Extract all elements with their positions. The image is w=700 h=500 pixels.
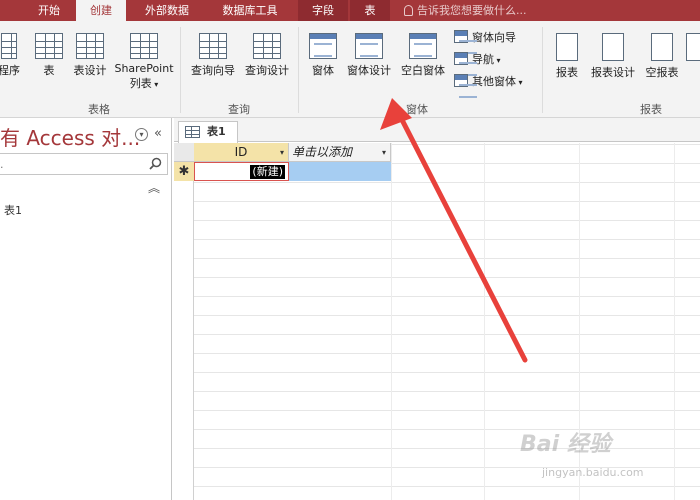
new-add-cell[interactable] xyxy=(289,162,391,181)
form-button[interactable]: 窗体 xyxy=(306,33,340,78)
form-design-button[interactable]: 窗体设计 xyxy=(344,33,394,78)
query-design-button[interactable]: 查询设计 xyxy=(242,33,292,78)
column-dropdown-icon[interactable]: ▾ xyxy=(280,143,284,162)
access-window: 开始 创建 外部数据 数据库工具 字段 表 告诉我您想要做什么... 程序 表 … xyxy=(0,0,700,500)
blank-form-button[interactable]: 空白窗体 xyxy=(398,33,448,78)
report-design-button[interactable]: 报表设计 xyxy=(588,33,638,80)
blank-form-icon xyxy=(409,33,437,59)
tab-database-tools[interactable]: 数据库工具 xyxy=(210,0,290,21)
tell-me-box[interactable]: 告诉我您想要做什么... xyxy=(404,0,527,21)
query-wizard-button[interactable]: 查询向导 xyxy=(188,33,238,78)
more-forms-button[interactable]: 其他窗体 ▾ xyxy=(454,73,523,98)
nav-collapse-icon[interactable]: « xyxy=(154,126,162,141)
table-button[interactable]: 表 xyxy=(34,33,64,78)
query-design-icon xyxy=(253,33,281,59)
group-divider xyxy=(542,27,543,113)
query-wizard-icon xyxy=(199,33,227,59)
form-icon xyxy=(309,33,337,59)
table-design-icon xyxy=(76,33,104,59)
more-forms-label: 其他窗体 xyxy=(472,75,516,88)
record-selector-column xyxy=(174,143,194,500)
blank-form-label: 空白窗体 xyxy=(401,64,445,77)
blank-report-button[interactable]: 空报表 xyxy=(642,33,682,80)
group-divider xyxy=(298,27,299,113)
sharepoint-label: SharePoint xyxy=(114,62,174,75)
sharepoint-list-icon xyxy=(130,33,158,59)
watermark-logo-text: Bai 经验 xyxy=(520,432,611,457)
report-wizard-icon xyxy=(686,33,700,61)
app-parts-button[interactable]: 程序 xyxy=(0,33,20,78)
ribbon-tab-bar: 开始 创建 外部数据 数据库工具 字段 表 告诉我您想要做什么... xyxy=(0,0,700,21)
query-wizard-label: 查询向导 xyxy=(191,64,235,77)
report-button[interactable]: 报表 xyxy=(550,33,584,80)
select-all-corner[interactable] xyxy=(174,143,194,162)
column-header-id[interactable]: ID ▾ xyxy=(194,143,289,162)
table-icon xyxy=(35,33,63,59)
query-design-label: 查询设计 xyxy=(245,64,289,77)
doc-tab-table1[interactable]: 表1 xyxy=(178,121,238,143)
group-collapse-chevron-icon[interactable]: ︽ xyxy=(148,179,160,196)
report-design-label: 报表设计 xyxy=(591,66,635,79)
tell-me-text: 告诉我您想要做什么... xyxy=(417,4,527,17)
table-design-label: 表设计 xyxy=(73,64,107,77)
table-button-label: 表 xyxy=(43,64,55,77)
app-parts-label: 程序 xyxy=(0,64,20,77)
tab-home[interactable]: 开始 xyxy=(26,0,72,21)
grid-line xyxy=(391,143,392,500)
report-wizard-button[interactable] xyxy=(684,33,700,64)
tab-fields[interactable]: 字段 xyxy=(298,0,348,21)
doc-tab-label: 表1 xyxy=(207,125,226,138)
form-wizard-label: 窗体向导 xyxy=(472,31,516,44)
tables-group-label: 表格 xyxy=(88,103,110,116)
new-id-value: (新建) xyxy=(250,165,285,179)
sharepoint-label-2: 列表 xyxy=(129,77,152,90)
search-caret: . xyxy=(0,158,4,171)
report-icon xyxy=(556,33,578,61)
watermark-url: jingyan.baidu.com xyxy=(542,466,644,479)
column-header-id-label: ID xyxy=(234,145,248,159)
tab-table[interactable]: 表 xyxy=(350,0,390,21)
nav-search-input[interactable]: . xyxy=(0,153,168,175)
column-dropdown-icon[interactable]: ▾ xyxy=(382,143,386,162)
nav-item-table1[interactable]: 表1 xyxy=(4,202,22,218)
group-divider xyxy=(180,27,181,113)
report-design-icon xyxy=(602,33,624,61)
document-tab-bar: 表1 xyxy=(174,118,700,143)
app-parts-icon xyxy=(1,33,17,59)
form-wizard-icon xyxy=(454,30,477,54)
search-icon[interactable] xyxy=(149,157,162,170)
click-to-add-label: 单击以添加 xyxy=(292,145,353,159)
ribbon: 程序 表 表设计 SharePoint 列表 ▾ 表格 查询向导 查询设计 查询 xyxy=(0,21,700,118)
queries-group-label: 查询 xyxy=(228,103,250,116)
navigation-icon xyxy=(454,52,477,76)
grid-line xyxy=(484,143,485,500)
sharepoint-lists-button[interactable]: SharePoint 列表 ▾ xyxy=(112,33,176,91)
nav-menu-dropdown-icon[interactable]: ▾ xyxy=(135,128,148,141)
column-header-click-to-add[interactable]: 单击以添加 ▾ xyxy=(289,143,391,162)
tab-create[interactable]: 创建 xyxy=(76,0,126,21)
baidu-watermark: Bai 经验 jingyan.baidu.com xyxy=(520,420,690,492)
form-design-icon xyxy=(355,33,383,59)
blank-report-icon xyxy=(651,33,673,61)
form-wizard-button[interactable]: 窗体向导 xyxy=(454,29,516,54)
more-forms-icon xyxy=(454,74,477,98)
lightbulb-icon xyxy=(404,5,413,16)
form-button-label: 窗体 xyxy=(312,64,334,77)
reports-group-label: 报表 xyxy=(640,103,662,116)
form-design-label: 窗体设计 xyxy=(347,64,391,77)
table-icon xyxy=(185,126,200,138)
nav-pane-title[interactable]: 有 Access 对... xyxy=(0,122,140,151)
new-record-marker[interactable]: ✱ xyxy=(174,162,194,181)
tab-external-data[interactable]: 外部数据 xyxy=(136,0,198,21)
blank-report-label: 空报表 xyxy=(645,66,679,79)
report-label: 报表 xyxy=(556,66,578,79)
navigation-pane: 有 Access 对... ▾ « . ︽ 表1 xyxy=(0,118,172,500)
new-id-cell[interactable]: (新建) xyxy=(194,162,289,181)
forms-group-label: 窗体 xyxy=(406,103,428,116)
table-design-button[interactable]: 表设计 xyxy=(70,33,110,78)
navigation-button[interactable]: 导航 ▾ xyxy=(454,51,501,76)
